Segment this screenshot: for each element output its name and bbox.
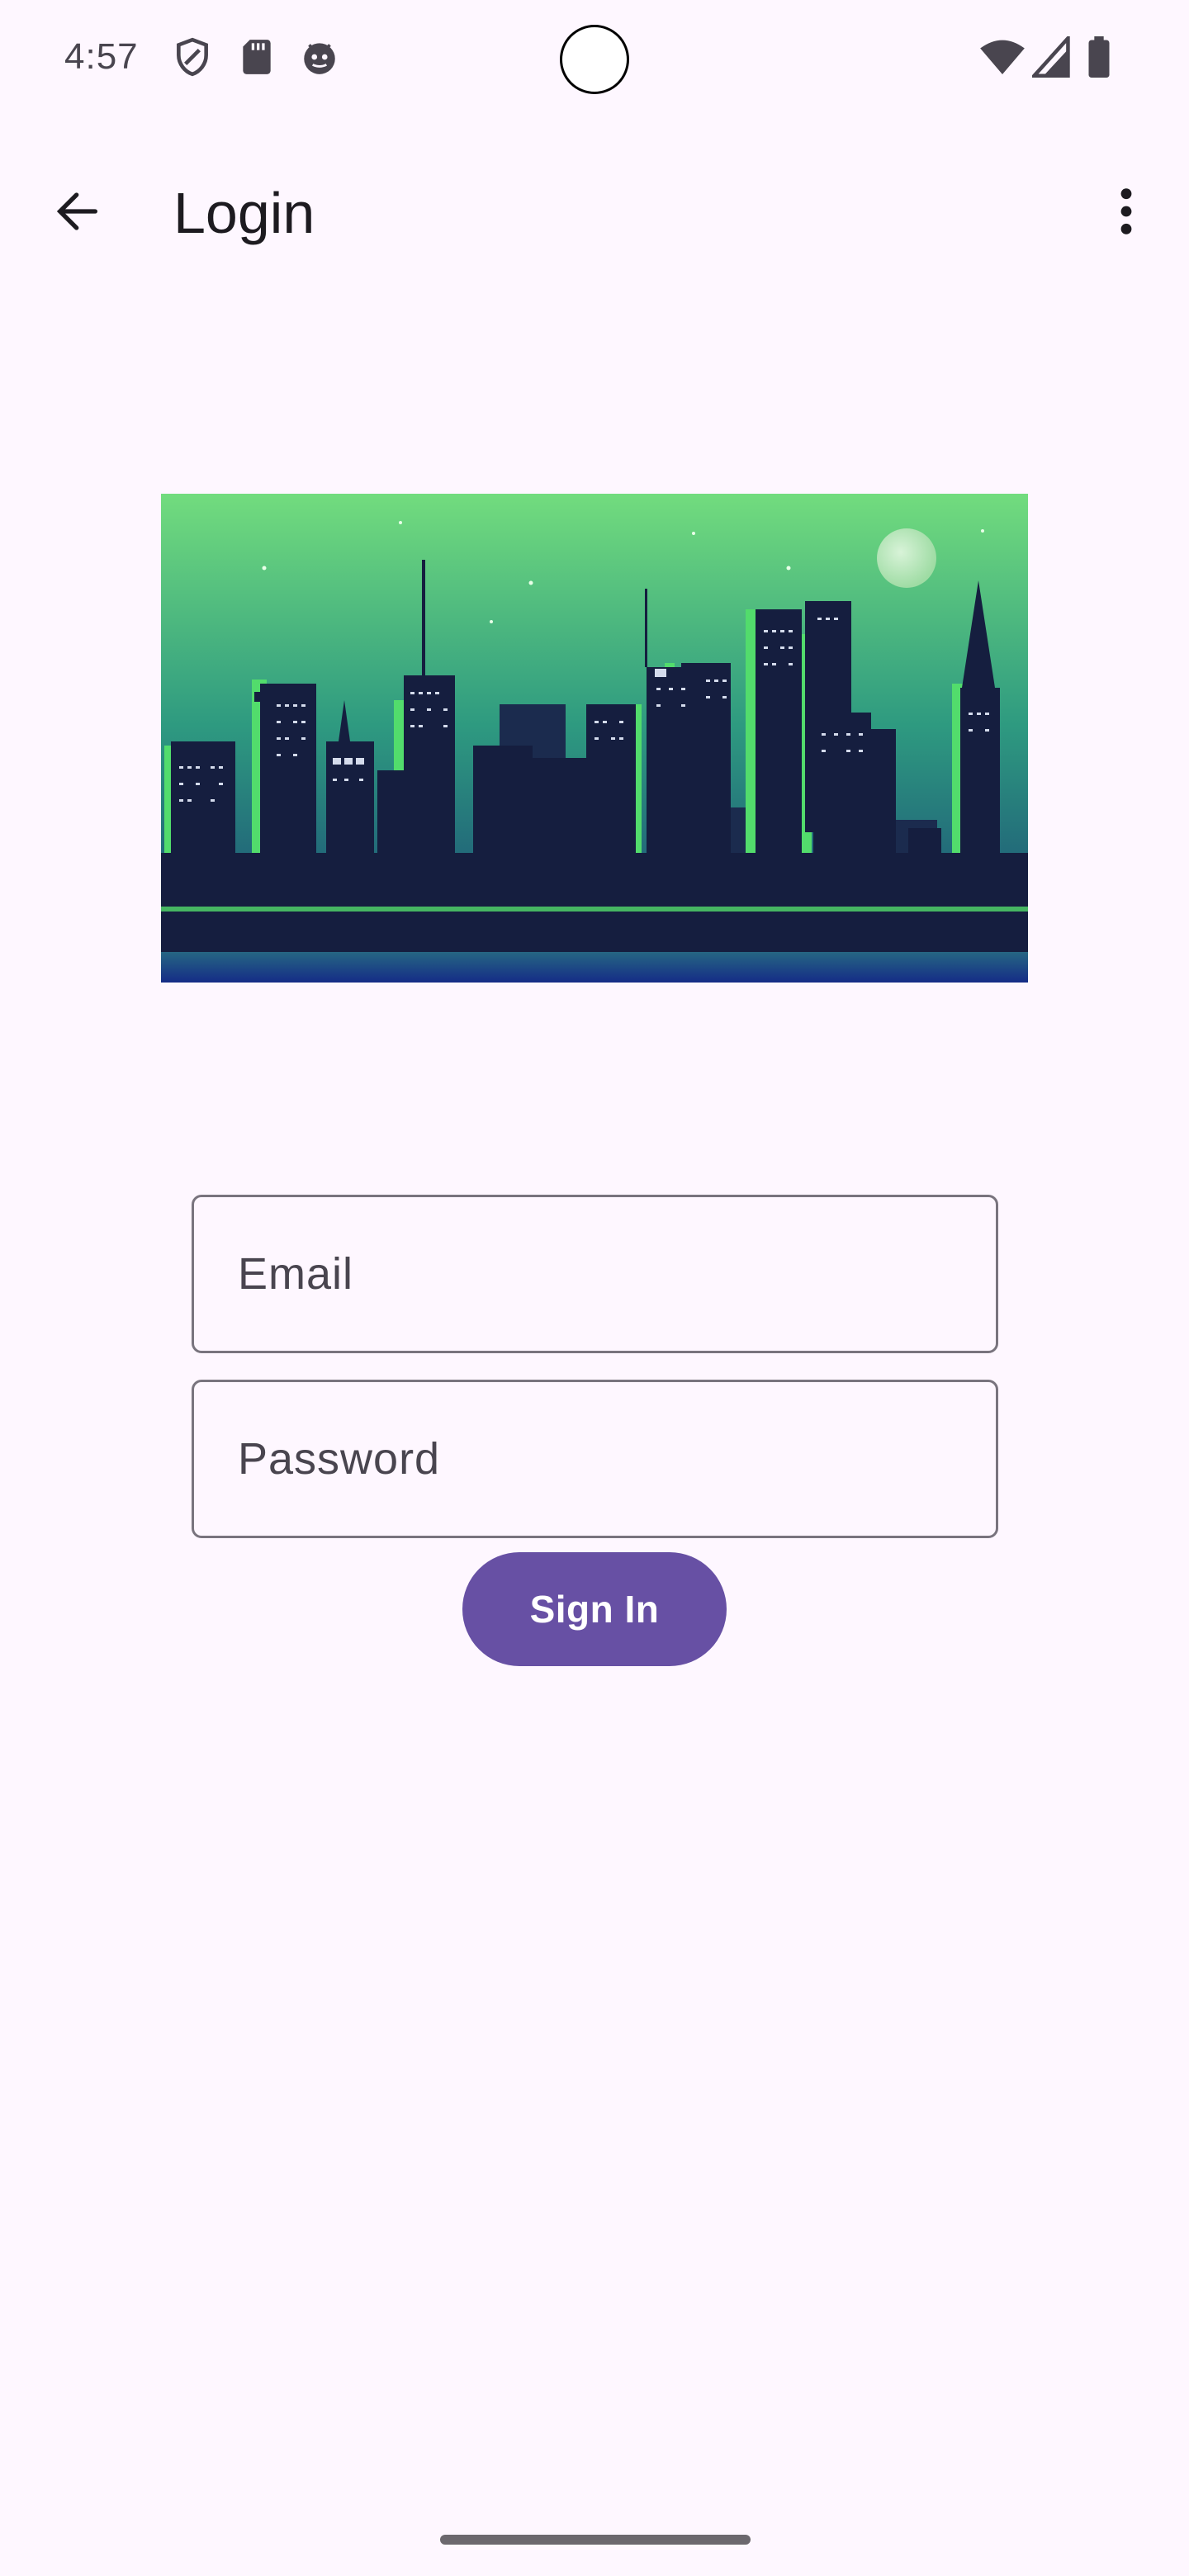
email-input[interactable] (194, 1197, 996, 1351)
sd-card-icon (236, 36, 277, 78)
page-title: Login (173, 181, 315, 245)
battery-icon (1087, 36, 1111, 78)
password-input[interactable] (194, 1382, 996, 1536)
signal-icon (1030, 33, 1070, 78)
android-debug-icon (299, 36, 340, 78)
wifi-icon (979, 36, 1026, 78)
email-field[interactable] (192, 1195, 998, 1353)
password-field[interactable] (192, 1380, 998, 1538)
camera-cutout (560, 25, 629, 94)
more-vert-icon (1120, 188, 1132, 234)
city-skyline-illustration (161, 494, 1028, 983)
shield-icon (172, 36, 213, 78)
arrow-back-icon (56, 192, 97, 230)
more-options-button[interactable] (1087, 172, 1166, 251)
login-screen: 4:57 Login Email Sign In (0, 0, 1189, 2576)
status-bar: 4:57 (0, 0, 1189, 116)
gesture-home-indicator[interactable] (440, 2535, 751, 2545)
top-app-bar: Login (0, 132, 1189, 291)
sign-in-button[interactable]: Sign In (462, 1552, 727, 1666)
status-time: 4:57 (64, 36, 139, 77)
back-button[interactable] (38, 172, 117, 251)
